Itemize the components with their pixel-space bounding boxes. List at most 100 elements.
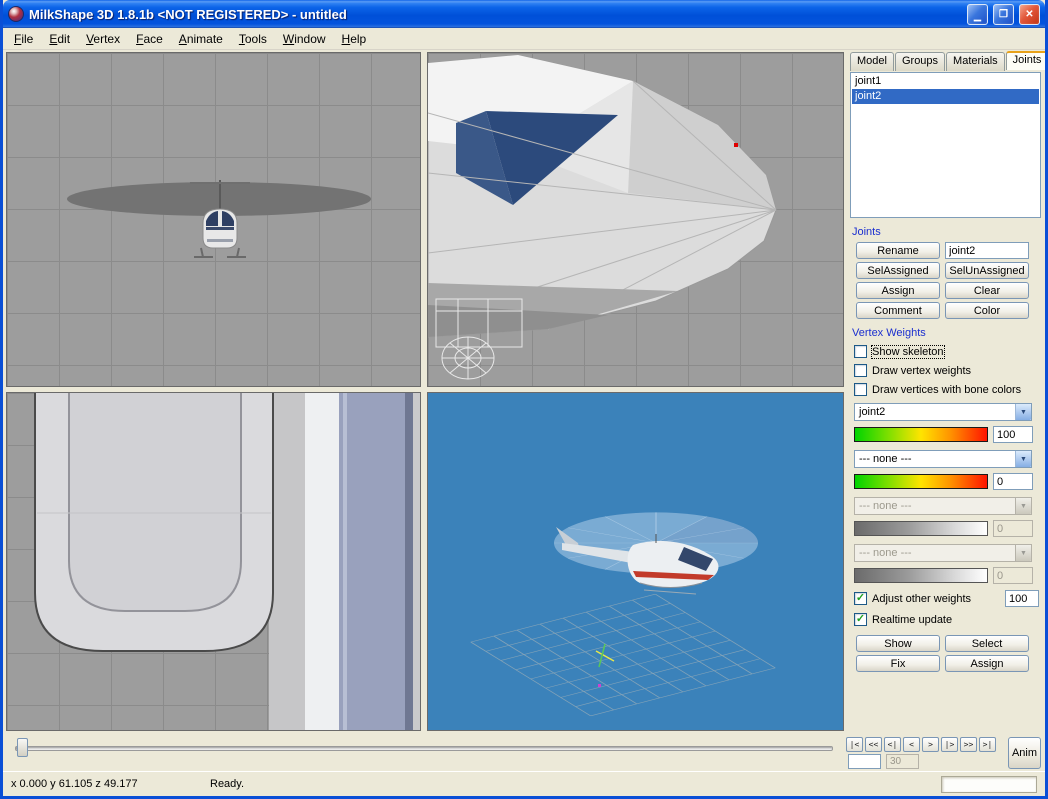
list-item-joint1[interactable]: joint1 [852, 74, 1039, 89]
bone-combo-4-value: --- none --- [855, 545, 1015, 561]
viewport-closeup[interactable] [6, 392, 421, 731]
weight-value-3 [993, 520, 1033, 537]
menu-animate[interactable]: Animate [171, 29, 231, 49]
closeup-canvas [7, 393, 421, 731]
statusbar: x 0.000 y 61.105 z 49.177 Ready. [3, 771, 1045, 796]
color-button[interactable]: Color [945, 302, 1029, 319]
close-button[interactable]: ✕ [1019, 4, 1040, 25]
total-frames-field [886, 754, 919, 769]
minimize-icon: ▁ [974, 11, 981, 22]
weight-row-2 [854, 473, 1045, 490]
close-icon: ✕ [1025, 9, 1033, 20]
adjust-other-weights-row: ✓ Adjust other weights [854, 590, 1045, 607]
landing-gear-wireframe [436, 299, 522, 379]
draw-bone-colors-checkbox[interactable] [854, 383, 867, 396]
go-end-button[interactable]: >| [979, 737, 996, 752]
tab-groups[interactable]: Groups [895, 52, 945, 71]
realtime-update-label: Realtime update [872, 614, 952, 626]
playback-controls: |< << <| < > |> >> >| [846, 737, 996, 752]
menu-face[interactable]: Face [128, 29, 171, 49]
prev-keyframe-button[interactable]: <| [884, 737, 901, 752]
vw-assign-button[interactable]: Assign [945, 655, 1029, 672]
fast-rewind-button[interactable]: << [865, 737, 882, 752]
weight-gradient-bar-1[interactable] [854, 427, 988, 442]
adjust-other-weights-checkbox[interactable]: ✓ [854, 592, 867, 605]
sel-assigned-button[interactable]: SelAssigned [856, 262, 940, 279]
check-icon: ✓ [856, 593, 865, 604]
status-message: Ready. [210, 778, 941, 790]
tab-joints[interactable]: Joints [1006, 51, 1048, 70]
draw-vertex-weights-checkbox[interactable] [854, 364, 867, 377]
fix-button[interactable]: Fix [856, 655, 940, 672]
sel-unassigned-button[interactable]: SelUnAssigned [945, 262, 1029, 279]
fast-forward-button[interactable]: >> [960, 737, 977, 752]
weight-row-3 [854, 520, 1045, 537]
joints-section-label: Joints [852, 226, 1045, 238]
viewport-splitter-horizontal[interactable] [6, 387, 844, 392]
milkshape-window: MilkShape 3D 1.8.1b <NOT REGISTERED> - u… [0, 0, 1048, 799]
viewport-front[interactable] [6, 52, 421, 387]
weight-value-1[interactable] [993, 426, 1033, 443]
step-forward-button[interactable]: > [922, 737, 939, 752]
bone-combo-2[interactable]: --- none --- ▼ [854, 450, 1032, 468]
comment-button[interactable]: Comment [856, 302, 940, 319]
step-back-button[interactable]: < [903, 737, 920, 752]
minimize-button[interactable]: ▁ [967, 4, 988, 25]
realtime-update-checkbox[interactable]: ✓ [854, 613, 867, 626]
menubar: File Edit Vertex Face Animate Tools Wind… [3, 28, 1045, 50]
show-button[interactable]: Show [856, 635, 940, 652]
weight-row-4 [854, 567, 1045, 584]
chevron-down-icon[interactable]: ▼ [1015, 404, 1031, 420]
assign-button[interactable]: Assign [856, 282, 940, 299]
viewport-side[interactable] [427, 52, 844, 387]
selected-vertex-marker [734, 143, 738, 147]
timeline-slider-thumb[interactable] [17, 738, 28, 757]
tab-materials[interactable]: Materials [946, 52, 1005, 71]
menu-window[interactable]: Window [275, 29, 334, 49]
front-view-canvas [7, 53, 421, 387]
current-frame-field[interactable] [848, 754, 881, 769]
timeline-slider-track[interactable] [15, 746, 833, 751]
animation-transport: |< << <| < > |> >> >| Anim [3, 733, 1045, 771]
rename-button[interactable]: Rename [856, 242, 940, 259]
joint-listbox[interactable]: joint1 joint2 [850, 72, 1041, 218]
chevron-down-icon[interactable]: ▼ [1015, 451, 1031, 467]
list-item-joint2[interactable]: joint2 [852, 89, 1039, 104]
maximize-button[interactable]: ❐ [993, 4, 1014, 25]
select-button[interactable]: Select [945, 635, 1029, 652]
weight-gradient-bar-2[interactable] [854, 474, 988, 489]
rename-input[interactable] [945, 242, 1029, 259]
weight-value-4 [993, 567, 1033, 584]
next-keyframe-button[interactable]: |> [941, 737, 958, 752]
tab-model[interactable]: Model [850, 52, 894, 71]
panel-tabs: Model Groups Materials Joints [848, 52, 1045, 71]
menu-edit[interactable]: Edit [41, 29, 78, 49]
show-skeleton-checkbox[interactable] [854, 345, 867, 358]
bone-combo-1[interactable]: joint2 ▼ [854, 403, 1032, 421]
bone-combo-1-value: joint2 [855, 404, 1015, 420]
draw-vertex-weights-label: Draw vertex weights [872, 365, 971, 377]
draw-bone-colors-label: Draw vertices with bone colors [872, 384, 1021, 396]
anim-toggle-button[interactable]: Anim [1008, 737, 1041, 769]
viewport-perspective[interactable] [427, 392, 844, 731]
maximize-icon: ❐ [999, 9, 1008, 20]
weight-value-2[interactable] [993, 473, 1033, 490]
titlebar[interactable]: MilkShape 3D 1.8.1b <NOT REGISTERED> - u… [3, 0, 1045, 28]
weight-row-1 [854, 426, 1045, 443]
ground-grid [471, 594, 775, 716]
go-start-button[interactable]: |< [846, 737, 863, 752]
app-icon [8, 6, 24, 22]
bone-combo-3: --- none --- ▼ [854, 497, 1032, 515]
bone-combo-3-value: --- none --- [855, 498, 1015, 514]
menu-file[interactable]: File [6, 29, 41, 49]
clear-button[interactable]: Clear [945, 282, 1029, 299]
menu-tools[interactable]: Tools [231, 29, 275, 49]
adjust-other-weights-value[interactable] [1005, 590, 1039, 607]
menu-vertex[interactable]: Vertex [78, 29, 128, 49]
bone-combo-4: --- none --- ▼ [854, 544, 1032, 562]
perspective-canvas [428, 393, 844, 731]
chevron-down-icon: ▼ [1015, 498, 1031, 514]
side-view-canvas [428, 53, 844, 387]
frame-fields [848, 754, 919, 769]
menu-help[interactable]: Help [334, 29, 375, 49]
